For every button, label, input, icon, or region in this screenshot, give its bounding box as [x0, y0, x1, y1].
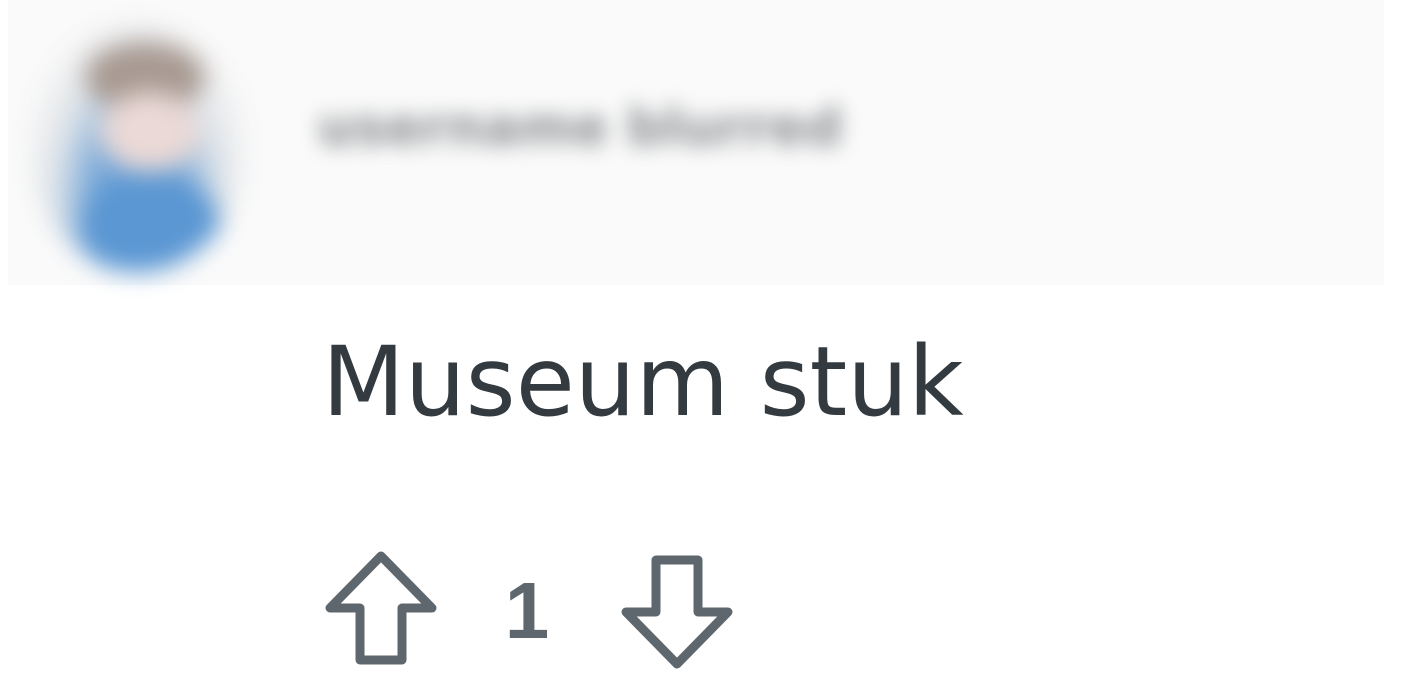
comment-body: Museum stuk [322, 326, 964, 438]
vote-score: 1 [504, 566, 550, 655]
avatar-body-shape [80, 172, 220, 272]
comment-card: username blurred Museum stuk 1 [0, 0, 1410, 680]
upvote-button[interactable] [322, 548, 440, 672]
arrow-down-outline-icon [621, 555, 733, 669]
username[interactable]: username blurred [318, 88, 1358, 168]
downvote-button[interactable] [618, 548, 736, 672]
vote-bar: 1 [322, 548, 742, 672]
avatar[interactable] [30, 22, 245, 272]
arrow-up-outline-icon [325, 551, 437, 665]
avatar-face-shape [100, 92, 200, 172]
